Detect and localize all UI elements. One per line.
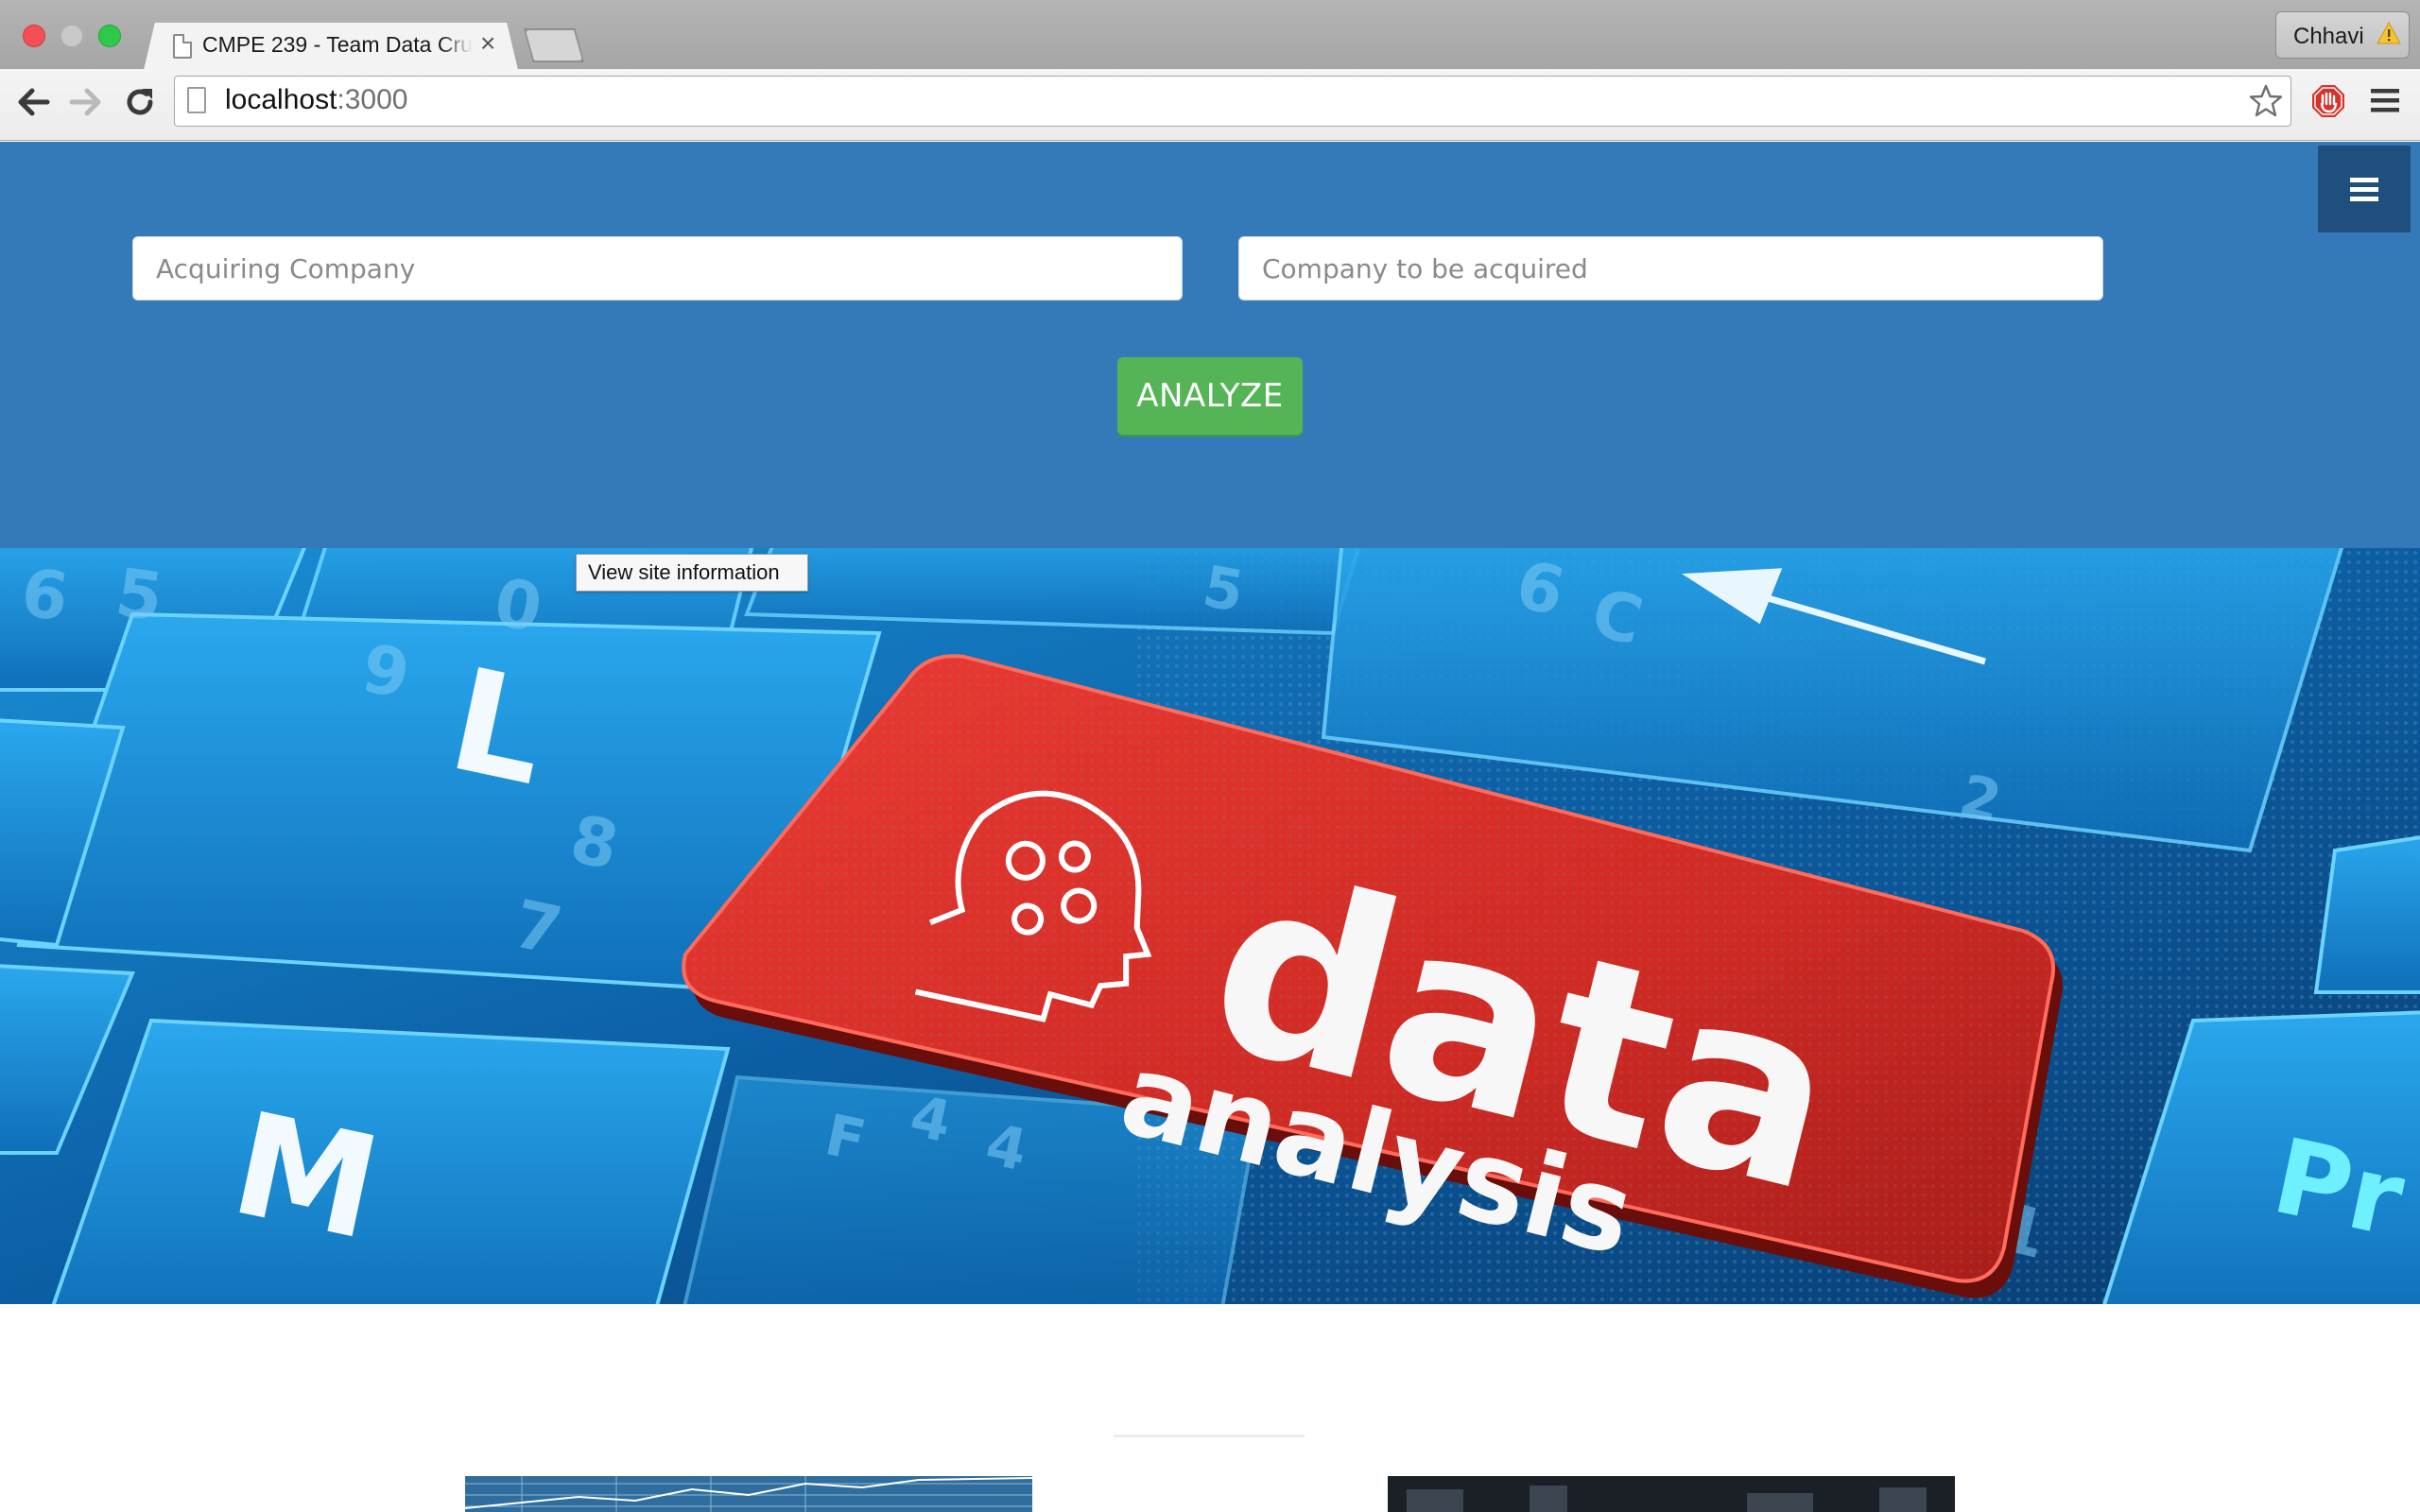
- chrome-menu-icon[interactable]: [2371, 87, 2399, 113]
- page-icon: [173, 34, 192, 59]
- url-port: :3000: [337, 84, 408, 115]
- minimize-window-button[interactable]: [60, 25, 83, 47]
- analyze-button[interactable]: ANALYZE: [1117, 357, 1303, 435]
- site-menu-button[interactable]: [2318, 146, 2411, 232]
- site-info-icon[interactable]: [187, 87, 206, 113]
- feature-thumbnail-stock-chart[interactable]: [465, 1476, 1032, 1512]
- data-analysis-banner: 5 6 0 9 8 7 6 C 5 4 2 1 2 F 4 L M Pr: [0, 548, 2420, 1304]
- profile-name: Chhavi: [2293, 24, 2364, 49]
- forward-icon[interactable]: [66, 83, 104, 121]
- close-icon[interactable]: ×: [480, 30, 495, 57]
- section-divider: [1114, 1435, 1305, 1437]
- address-bar[interactable]: [174, 76, 2291, 127]
- reload-icon[interactable]: [121, 83, 159, 121]
- profile-button[interactable]: Chhavi: [2275, 11, 2410, 59]
- warning-icon: [2377, 22, 2401, 44]
- company-search-section: [0, 142, 2420, 548]
- url-host: localhost: [225, 84, 337, 115]
- keyboard-illustration: 5 6 0 9 8 7 6 C 5 4 2 1 2 F 4 L M Pr: [0, 548, 2420, 1304]
- tab-title[interactable]: CMPE 239 - Team Data Crunch: [202, 32, 473, 58]
- back-icon[interactable]: [15, 83, 53, 121]
- extension-icon[interactable]: [2310, 83, 2346, 119]
- star-icon[interactable]: [2248, 83, 2284, 119]
- acquiring-company-input[interactable]: [132, 236, 1183, 301]
- url-text[interactable]: localhost:3000: [225, 84, 407, 116]
- feature-thumbnail-dark[interactable]: [1388, 1476, 1955, 1512]
- maximize-window-button[interactable]: [98, 25, 121, 47]
- new-tab-button[interactable]: [526, 30, 582, 60]
- target-company-input[interactable]: [1238, 236, 2103, 301]
- site-info-tooltip: View site information: [576, 554, 808, 592]
- close-window-button[interactable]: [23, 25, 45, 47]
